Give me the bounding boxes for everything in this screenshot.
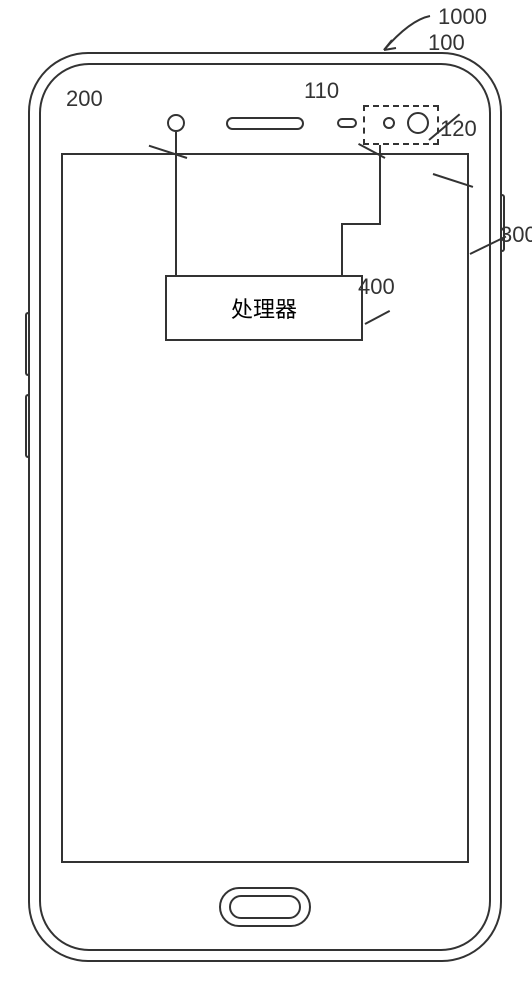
connector-200-to-processor	[175, 132, 177, 275]
label-1000: 1000	[438, 4, 487, 30]
phone-inner-frame: 处理器	[39, 63, 491, 951]
front-camera	[167, 114, 185, 132]
volume-down-button	[25, 394, 30, 458]
connector-module-vert2	[341, 223, 343, 275]
connector-module-horz	[341, 223, 381, 225]
label-200: 200	[66, 86, 103, 112]
connector-module-vert1	[379, 145, 381, 225]
phone-outer-frame: 处理器	[28, 52, 502, 962]
speaker-grille	[226, 117, 304, 130]
processor-label: 处理器	[231, 292, 297, 324]
label-300: 300	[500, 222, 532, 248]
label-100: 100	[428, 30, 465, 56]
volume-up-button	[25, 312, 30, 376]
label-120: 120	[440, 116, 477, 142]
label-110: 110	[304, 78, 339, 104]
proximity-sensor	[337, 118, 357, 128]
module-lens-large	[407, 112, 429, 134]
screen-area	[61, 153, 469, 863]
module-lens-small	[383, 117, 395, 129]
home-button	[219, 887, 311, 927]
label-400: 400	[358, 274, 395, 300]
processor-block: 处理器	[165, 275, 363, 341]
home-button-inner	[229, 895, 301, 919]
